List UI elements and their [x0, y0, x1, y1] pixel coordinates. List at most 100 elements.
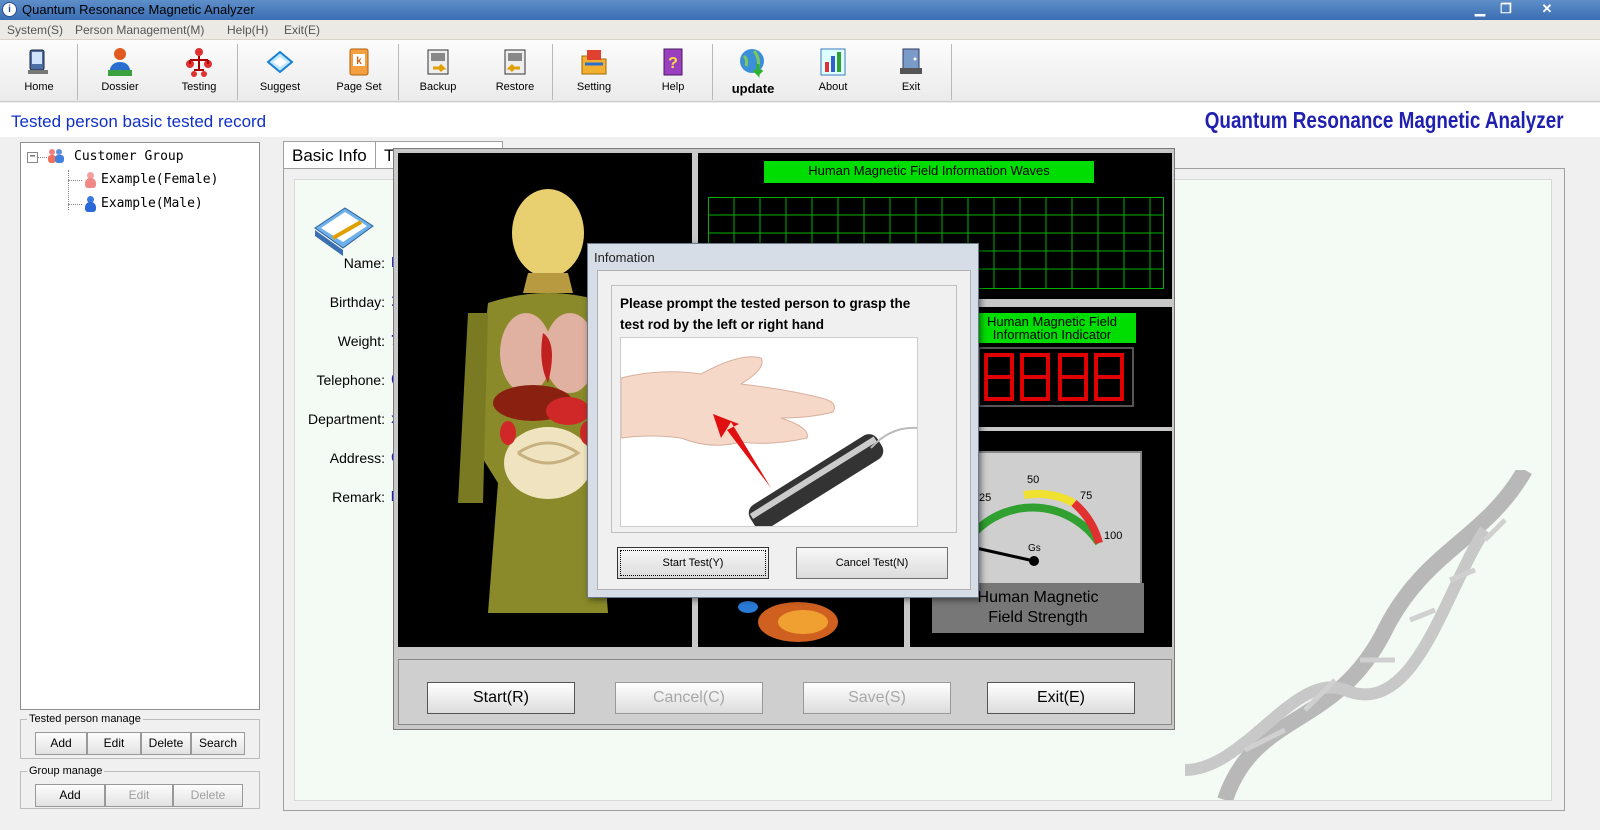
menu-bar: System(S) Person Management(M) Help(H) E… — [0, 20, 1600, 40]
toolbar-separator — [951, 44, 952, 100]
gauge-caption-line2: Field Strength — [988, 609, 1088, 626]
header-strip: Tested person basic tested record Quantu… — [0, 103, 1600, 137]
computer-icon — [28, 49, 48, 74]
menu-person-management[interactable]: Person Management(M) — [75, 23, 204, 37]
toolbar-separator — [712, 44, 713, 100]
exit-button[interactable]: Exit — [874, 42, 948, 100]
tested-person-search-button[interactable]: Search — [191, 732, 245, 755]
exit-label: Exit — [901, 81, 921, 93]
dialog-title: Infomation — [594, 250, 655, 265]
gauge-tick-100: 100 — [1104, 530, 1122, 542]
indicator-title-line2: Information Indicator — [992, 327, 1112, 342]
restore-toolbar-button[interactable]: Restore — [478, 42, 552, 100]
backup-label: Backup — [419, 81, 457, 93]
toolbar-separator — [398, 44, 399, 100]
page-set-button[interactable]: k Page Set — [322, 42, 396, 100]
weight-label: Weight: — [337, 333, 385, 349]
hand-rod-illustration — [621, 356, 917, 526]
chart-about-icon — [820, 48, 846, 76]
hand-test-rod-image — [620, 337, 918, 527]
svg-text:k: k — [356, 56, 362, 67]
toolbar-separator — [77, 44, 78, 100]
tested-person-delete-button[interactable]: Delete — [141, 732, 191, 755]
group-delete-button[interactable]: Delete — [173, 784, 243, 807]
suggest-button[interactable]: Suggest — [243, 42, 317, 100]
group-edit-button[interactable]: Edit — [105, 784, 173, 807]
svg-text:?: ? — [668, 55, 678, 72]
dialog-message-line1: Please prompt the tested person to grasp… — [620, 296, 911, 311]
intestine-image — [738, 601, 838, 642]
suggest-label: Suggest — [259, 81, 301, 93]
setting-folder-icon — [581, 50, 607, 75]
dna-helix-decoration — [1185, 470, 1532, 800]
update-button[interactable]: update — [716, 42, 790, 100]
group-manage-legend: Group manage — [29, 765, 103, 777]
start-test-button[interactable]: Start Test(Y) — [617, 547, 769, 579]
title-bar: i Quantum Resonance Magnetic Analyzer ▁ … — [0, 0, 1600, 20]
help-button[interactable]: ? Help — [636, 42, 710, 100]
page-set-label: Page Set — [336, 81, 382, 93]
telephone-label: Telephone: — [316, 372, 385, 388]
about-label: About — [818, 81, 848, 93]
information-dialog: Infomation Please prompt the tested pers… — [587, 243, 979, 598]
app-icon: i — [2, 2, 17, 17]
home-button[interactable]: Home — [2, 42, 76, 100]
gauge-tick-50: 50 — [1027, 474, 1039, 486]
globe-update-icon — [740, 49, 764, 78]
address-label: Address: — [329, 450, 385, 466]
window-title: Quantum Resonance Magnetic Analyzer — [22, 2, 255, 17]
segment-digits — [984, 353, 1124, 401]
backup-button[interactable]: Backup — [401, 42, 475, 100]
tree-node-example-female[interactable]: Example(Female) — [101, 172, 218, 187]
customer-tree: − Customer Group Example(Female) Example… — [20, 142, 260, 710]
help-book-icon: ? — [663, 48, 683, 76]
male-person-icon — [84, 196, 96, 212]
testing-button[interactable]: Testing — [162, 42, 236, 100]
department-label: Department: — [307, 411, 385, 427]
gauge-unit: Gs — [1028, 543, 1041, 554]
notebook-pencil-icon — [314, 207, 374, 256]
tree-collapse-toggle[interactable]: − — [27, 152, 38, 163]
indicator-pane: Human Magnetic Field Information Indicat… — [964, 307, 1172, 427]
gauge-tick-25: 25 — [979, 492, 991, 504]
gauge-tick-75: 75 — [1080, 490, 1092, 502]
menu-system[interactable]: System(S) — [7, 23, 63, 37]
testing-label: Testing — [181, 81, 217, 93]
cancel-test-button[interactable]: Cancel Test(N) — [796, 547, 948, 579]
left-panel: − Customer Group Example(Female) Example… — [12, 139, 268, 829]
tab-basic-info[interactable]: Basic Info — [283, 141, 376, 169]
network-testing-icon — [186, 48, 212, 77]
remark-label: Remark: — [332, 489, 385, 505]
menu-exit[interactable]: Exit(E) — [284, 23, 320, 37]
female-person-icon — [84, 172, 96, 188]
tested-person-edit-button[interactable]: Edit — [87, 732, 141, 755]
dialog-body: Please prompt the tested person to grasp… — [597, 270, 971, 590]
suggest-icon — [266, 50, 294, 74]
update-label: update — [731, 81, 775, 96]
setting-button[interactable]: Setting — [557, 42, 631, 100]
cancel-button[interactable]: Cancel(C) — [615, 682, 763, 714]
dossier-button[interactable]: Dossier — [83, 42, 157, 100]
organ-pane — [698, 597, 904, 647]
group-icon — [48, 149, 64, 163]
waves-title: Human Magnetic Field Information Waves — [764, 161, 1094, 183]
tested-person-manage-legend: Tested person manage — [29, 713, 141, 725]
restore-icon — [504, 49, 526, 75]
restore-button[interactable]: ❐ — [1490, 0, 1522, 18]
name-label: Name: — [343, 255, 385, 271]
toolbar: Home Dossier Testing Suggest k Page Set … — [0, 40, 1600, 102]
tested-person-add-button[interactable]: Add — [35, 732, 87, 755]
exit-testing-button[interactable]: Exit(E) — [987, 682, 1135, 714]
toolbar-separator — [552, 44, 553, 100]
tree-connector — [68, 180, 82, 181]
tree-node-example-male[interactable]: Example(Male) — [101, 196, 203, 211]
group-add-button[interactable]: Add — [35, 784, 105, 807]
save-button[interactable]: Save(S) — [803, 682, 951, 714]
menu-help[interactable]: Help(H) — [227, 23, 268, 37]
tree-node-customer-group[interactable]: Customer Group — [74, 149, 184, 164]
close-button[interactable]: ✕ — [1525, 0, 1569, 18]
start-button[interactable]: Start(R) — [427, 682, 575, 714]
brand-title: Quantum Resonance Magnetic Analyzer — [1205, 107, 1564, 133]
page-set-icon: k — [349, 48, 369, 76]
about-button[interactable]: About — [796, 42, 870, 100]
